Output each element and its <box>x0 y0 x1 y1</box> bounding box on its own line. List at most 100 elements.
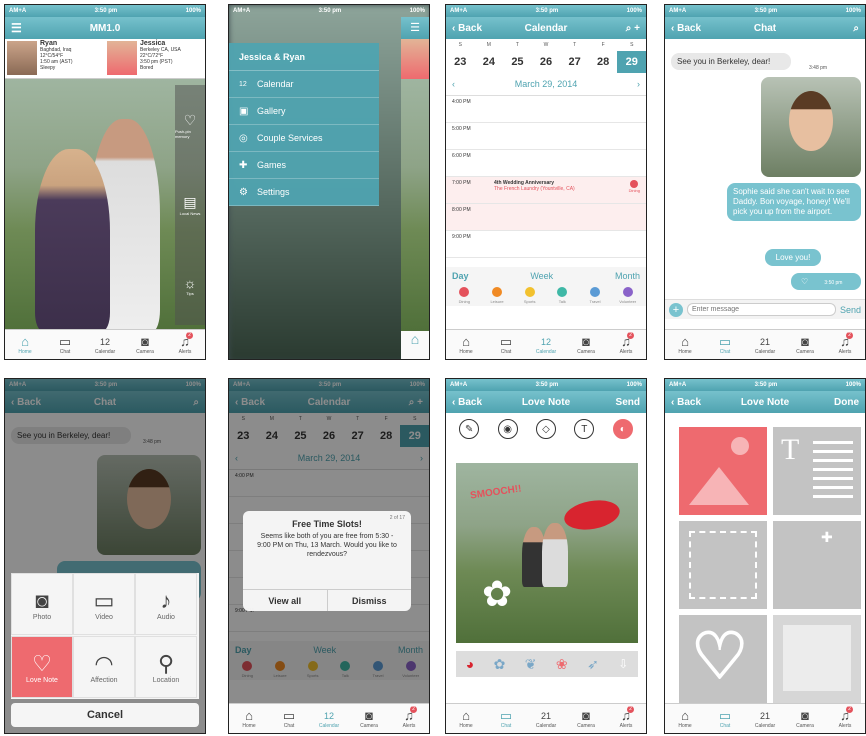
hour-row[interactable]: 4:00 PM <box>446 96 646 123</box>
photo-message[interactable] <box>761 77 861 177</box>
attach-photo[interactable]: ◙ Photo <box>11 573 73 635</box>
tab-camera[interactable]: ◙ Camera <box>349 704 389 733</box>
attach-affection[interactable]: ◠ Affection <box>73 636 135 698</box>
search-icon[interactable]: ⌕ <box>626 23 632 34</box>
tab-alerts[interactable]: ♫ 2 Alerts <box>825 704 865 733</box>
rose-sticker-icon[interactable]: ❀ <box>556 656 568 673</box>
pencil-icon[interactable]: ✎ <box>459 419 480 439</box>
tab-chat[interactable]: ▭ Chat <box>486 330 526 359</box>
smooch-text[interactable]: SMOOCH!! <box>469 483 522 501</box>
tab-calendar[interactable]: 12 Calendar <box>85 330 125 359</box>
category-dining[interactable]: Dining <box>448 287 481 304</box>
profile-ryan[interactable]: Ryan Baghdad, Iraq 12°C/54°F 1:50 am (AS… <box>5 39 105 78</box>
mode-month[interactable]: Month <box>615 271 640 281</box>
tab-camera[interactable]: ◙ Camera <box>566 330 606 359</box>
tab-calendar[interactable]: 21 Calendar <box>526 704 566 733</box>
day-cell[interactable]: 25 <box>503 56 532 68</box>
download-icon[interactable]: ⇩ <box>618 657 628 671</box>
flower-sticker[interactable]: ✿ <box>482 573 512 615</box>
tab-chat[interactable]: ▭ Chat <box>486 704 526 733</box>
tab-alerts[interactable]: ♫ 2 Alerts <box>606 330 646 359</box>
message-input[interactable] <box>687 303 836 316</box>
tab-alerts[interactable]: ♫ 2 Alerts <box>825 330 865 359</box>
note-canvas[interactable]: SMOOCH!! ✿ <box>456 463 638 643</box>
menu-item-gallery[interactable]: ▣ Gallery <box>229 98 379 125</box>
text-icon[interactable]: T <box>574 419 595 439</box>
tab-calendar[interactable]: 12 Calendar <box>526 330 566 359</box>
day-cell[interactable]: 24 <box>475 56 504 68</box>
send-button[interactable]: Send <box>840 305 861 315</box>
menu-item-calendar[interactable]: 12 Calendar <box>229 71 379 98</box>
done-button[interactable]: Done <box>834 397 859 408</box>
day-cell[interactable]: 27 <box>560 56 589 68</box>
attach-plus-icon[interactable]: + <box>669 302 683 317</box>
hamburger-menu-icon[interactable]: ☰ <box>11 21 22 35</box>
menu-item-settings[interactable]: ⚙ Settings <box>229 179 379 206</box>
tab-home[interactable]: ⌂ Home <box>446 330 486 359</box>
hour-row[interactable]: 7:00 PM 4th Wedding Anniversary The Frenc… <box>446 177 646 204</box>
tab-alerts[interactable]: ♫ 2 Alerts <box>389 704 429 733</box>
hour-row[interactable]: 9:00 PM <box>446 231 646 258</box>
lips-sticker[interactable] <box>561 496 623 534</box>
day-cell[interactable]: 23 <box>446 56 475 68</box>
category-travel[interactable]: Travel <box>579 287 612 304</box>
back-button[interactable]: ‹ Back <box>671 397 701 408</box>
tab-calendar[interactable]: 21 Calendar <box>745 704 785 733</box>
category-leisure[interactable]: Leisure <box>481 287 514 304</box>
hour-row[interactable]: 5:00 PM <box>446 123 646 150</box>
category-talk[interactable]: Talk <box>546 287 579 304</box>
tab-calendar[interactable]: 12 Calendar <box>309 704 349 733</box>
template-text[interactable]: T <box>773 427 861 515</box>
tab-chat[interactable]: ▭ Chat <box>45 330 85 359</box>
peek-home[interactable]: ☰ ⌂ <box>401 17 429 359</box>
sticker-icon[interactable]: ◐ <box>612 419 633 439</box>
profile-jessica[interactable]: Jessica Berkeley CA, USA 22°C/72°F 3:50 … <box>105 39 205 78</box>
tab-home[interactable]: ⌂ Home <box>229 704 269 733</box>
tab-home[interactable]: ⌂ Home <box>665 704 705 733</box>
tab-home[interactable]: ⌂ Home <box>5 330 45 359</box>
back-button[interactable]: ‹ Back <box>452 397 482 408</box>
template-plain[interactable] <box>773 615 861 705</box>
brush-icon[interactable]: ◉ <box>497 419 518 439</box>
flower-sticker-icon[interactable]: ✿ <box>494 656 506 673</box>
leaf-sticker-icon[interactable]: ❦ <box>525 656 537 673</box>
view-all-button[interactable]: View all <box>243 590 328 611</box>
template-heart[interactable]: ♡ <box>679 615 767 705</box>
attach-love-note[interactable]: ♡ Love Note <box>11 636 73 698</box>
event-anniversary[interactable]: 4th Wedding Anniversary The French Laundr… <box>494 180 575 192</box>
tab-chat[interactable]: ▭ Chat <box>705 330 745 359</box>
cancel-button[interactable]: Cancel <box>11 703 199 727</box>
search-icon[interactable]: ⌕ <box>853 23 859 34</box>
dismiss-button[interactable]: Dismiss <box>328 590 412 611</box>
attach-location[interactable]: ⚲ Location <box>135 636 197 698</box>
hour-row[interactable]: 6:00 PM <box>446 150 646 177</box>
tab-home[interactable]: ⌂ Home <box>446 704 486 733</box>
send-button[interactable]: Send <box>616 397 640 408</box>
menu-item-games[interactable]: ✚ Games <box>229 152 379 179</box>
next-day-icon[interactable]: › <box>637 79 640 89</box>
template-pin[interactable]: ✚ <box>773 521 861 609</box>
home-icon[interactable]: ⌂ <box>401 331 429 359</box>
push-pin-memory[interactable]: ♡ Push-pin memory <box>175 85 205 165</box>
tab-chat[interactable]: ▭ Chat <box>269 704 309 733</box>
category-volunteer[interactable]: Volunteer <box>611 287 644 304</box>
back-button[interactable]: ‹ Back <box>452 23 482 34</box>
category-sports[interactable]: Sports <box>513 287 546 304</box>
day-cell[interactable]: 29 <box>617 51 646 73</box>
day-cell[interactable]: 28 <box>589 56 618 68</box>
mode-day[interactable]: Day <box>452 271 469 281</box>
bird-sticker-icon[interactable]: ➶ <box>587 656 599 673</box>
menu-item-couple-services[interactable]: ◎ Couple Services <box>229 125 379 152</box>
tips[interactable]: ☼ Tips <box>175 245 205 325</box>
day-cell[interactable]: 26 <box>532 56 561 68</box>
attach-video[interactable]: ▭ Video <box>73 573 135 635</box>
add-icon[interactable]: + <box>634 23 640 34</box>
hamburger-menu-icon[interactable]: ☰ <box>401 17 429 39</box>
tab-calendar[interactable]: 21 Calendar <box>745 330 785 359</box>
tab-camera[interactable]: ◙ Camera <box>785 330 825 359</box>
hour-row[interactable]: 8:00 PM <box>446 204 646 231</box>
local-news[interactable]: ▤ Local News <box>175 165 205 245</box>
template-photo[interactable] <box>679 427 767 515</box>
tab-home[interactable]: ⌂ Home <box>665 330 705 359</box>
tab-chat[interactable]: ▭ Chat <box>705 704 745 733</box>
